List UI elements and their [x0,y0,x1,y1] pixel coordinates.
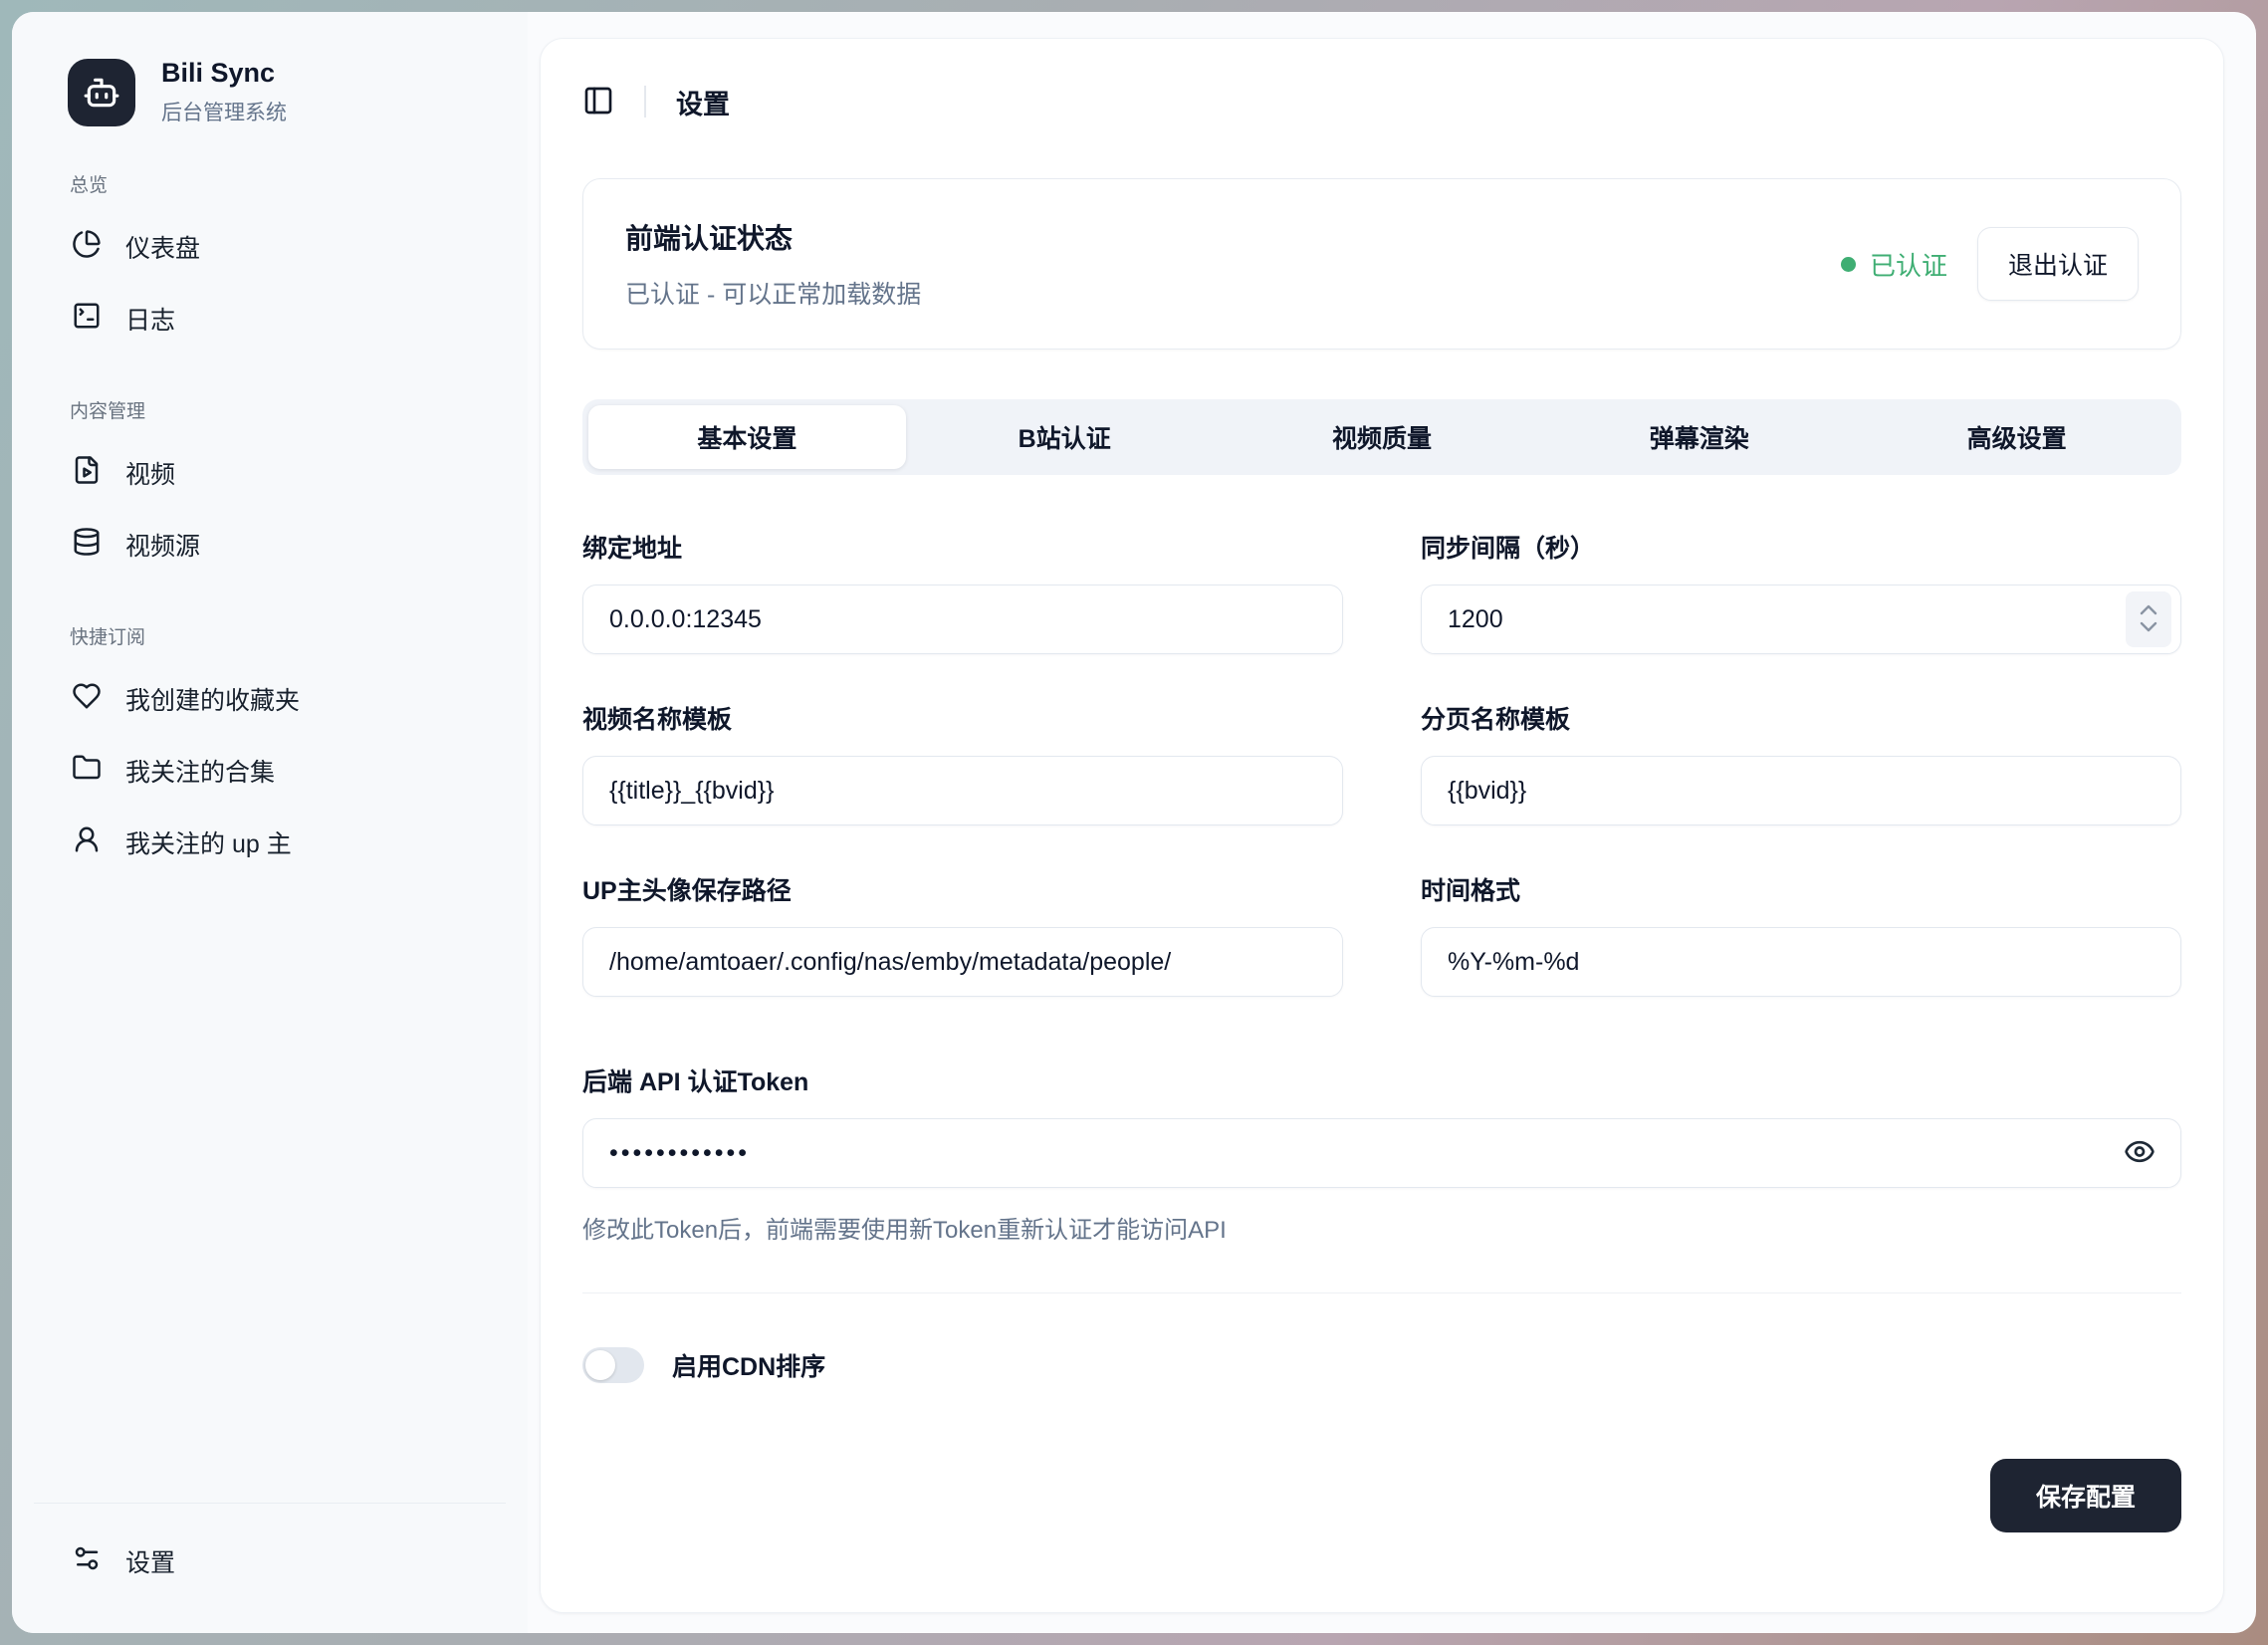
section-divider [582,1292,2181,1293]
sidebar-item-label: 设置 [125,1543,175,1579]
sidebar-item-label: 日志 [125,301,175,337]
upper-avatar-path-label: UP主头像保存路径 [582,871,1343,907]
sidebar-item-logs[interactable]: 日志 [58,283,482,354]
pie-chart-icon [72,229,102,266]
video-name-template-input[interactable] [582,756,1343,825]
folder-icon [72,753,102,790]
sidebar-item-label: 我创建的收藏夹 [125,681,300,717]
bind-address-input[interactable] [582,585,1343,654]
sync-interval-label: 同步间隔（秒） [1421,529,2181,565]
sidebar-item-label: 视频 [125,455,175,491]
status-text: 已认证 [1870,246,1947,283]
sidebar-item-label: 我关注的 up 主 [125,824,292,860]
sidebar: Bili Sync 后台管理系统 总览 仪表盘 日志 [12,12,528,1633]
sidebar-item-label: 仪表盘 [125,229,200,265]
chevron-down-icon [2140,620,2157,635]
toggle-token-visibility-button[interactable] [2124,1136,2155,1171]
sidebar-item-label: 视频源 [125,527,200,563]
chevron-up-icon [2140,603,2157,618]
sidebar-nav: 总览 仪表盘 日志 内容管理 视频 [12,126,528,1503]
tab-video-quality[interactable]: 视频质量 [1224,405,1541,469]
auth-card-title: 前端认证状态 [625,217,921,257]
time-format-input[interactable] [1421,927,2181,997]
api-token-section: 后端 API 认证Token 修改此Token后，前端需要使用新Token重新认… [582,1062,2181,1245]
api-token-helper-text: 修改此Token后，前端需要使用新Token重新认证才能访问API [582,1210,2181,1245]
app-window: Bili Sync 后台管理系统 总览 仪表盘 日志 [12,12,2256,1633]
desktop-background: Bili Sync 后台管理系统 总览 仪表盘 日志 [0,0,2268,1645]
cdn-sorting-toggle[interactable] [582,1347,644,1383]
main-area: 设置 前端认证状态 已认证 - 可以正常加载数据 已认证 退出认证 [528,12,2256,1633]
page-name-template-input[interactable] [1421,756,2181,825]
file-video-icon [72,455,102,492]
status-dot [1841,257,1856,272]
form-footer: 保存配置 [582,1459,2181,1612]
square-terminal-icon [72,301,102,338]
database-icon [72,527,102,564]
tab-danmaku-render[interactable]: 弹幕渲染 [1540,405,1858,469]
api-token-input[interactable] [582,1118,2181,1188]
app-logo: Bili Sync 后台管理系统 [12,58,528,126]
sidebar-item-followed-collections[interactable]: 我关注的合集 [58,735,482,807]
sidebar-toggle-button[interactable] [582,85,614,119]
basic-settings-form: 绑定地址 同步间隔（秒） 视 [582,529,2181,997]
api-token-label: 后端 API 认证Token [582,1062,2181,1098]
auth-card-subtitle: 已认证 - 可以正常加载数据 [625,275,921,311]
settings-tabs: 基本设置 B站认证 视频质量 弹幕渲染 高级设置 [582,399,2181,475]
sidebar-item-followed-uploaders[interactable]: 我关注的 up 主 [58,807,482,878]
nav-section-subscriptions: 快捷订阅 [70,622,470,649]
sidebar-item-settings[interactable]: 设置 [58,1526,482,1597]
bind-address-label: 绑定地址 [582,529,1343,565]
tab-advanced-settings[interactable]: 高级设置 [1858,405,2175,469]
sidebar-item-label: 我关注的合集 [125,753,275,789]
page-name-template-label: 分页名称模板 [1421,700,2181,736]
panel-left-icon [582,85,614,119]
logout-auth-button[interactable]: 退出认证 [1977,227,2139,301]
bot-icon [68,59,135,126]
upper-avatar-path-input[interactable] [582,927,1343,997]
heart-icon [72,681,102,718]
sidebar-item-my-favorites[interactable]: 我创建的收藏夹 [58,663,482,735]
save-config-button[interactable]: 保存配置 [1990,1459,2181,1532]
user-icon [72,824,102,861]
settings-panel: 设置 前端认证状态 已认证 - 可以正常加载数据 已认证 退出认证 [540,38,2224,1613]
cdn-sorting-label: 启用CDN排序 [672,1347,825,1383]
video-name-template-label: 视频名称模板 [582,700,1343,736]
page-title: 设置 [676,83,730,121]
sync-interval-input[interactable] [1421,585,2181,654]
tab-bilibili-auth[interactable]: B站认证 [906,405,1224,469]
time-format-label: 时间格式 [1421,871,2181,907]
page-header: 设置 [582,39,2181,154]
sidebar-footer: 设置 [34,1503,506,1603]
sidebar-item-videos[interactable]: 视频 [58,437,482,509]
cdn-sorting-row: 启用CDN排序 [582,1347,2181,1383]
sidebar-item-video-sources[interactable]: 视频源 [58,509,482,581]
tab-basic-settings[interactable]: 基本设置 [588,405,906,469]
nav-section-content: 内容管理 [70,396,470,423]
auth-status-card: 前端认证状态 已认证 - 可以正常加载数据 已认证 退出认证 [582,178,2181,350]
toggle-knob [585,1350,615,1380]
eye-icon [2124,1136,2155,1171]
auth-status-badge: 已认证 [1841,246,1947,283]
settings-sliders-icon [72,1543,102,1580]
app-subtitle: 后台管理系统 [161,97,287,126]
number-stepper[interactable] [2126,591,2171,647]
nav-section-overview: 总览 [70,170,470,197]
sidebar-item-dashboard[interactable]: 仪表盘 [58,211,482,283]
app-title: Bili Sync [161,58,287,89]
header-divider [644,86,646,118]
